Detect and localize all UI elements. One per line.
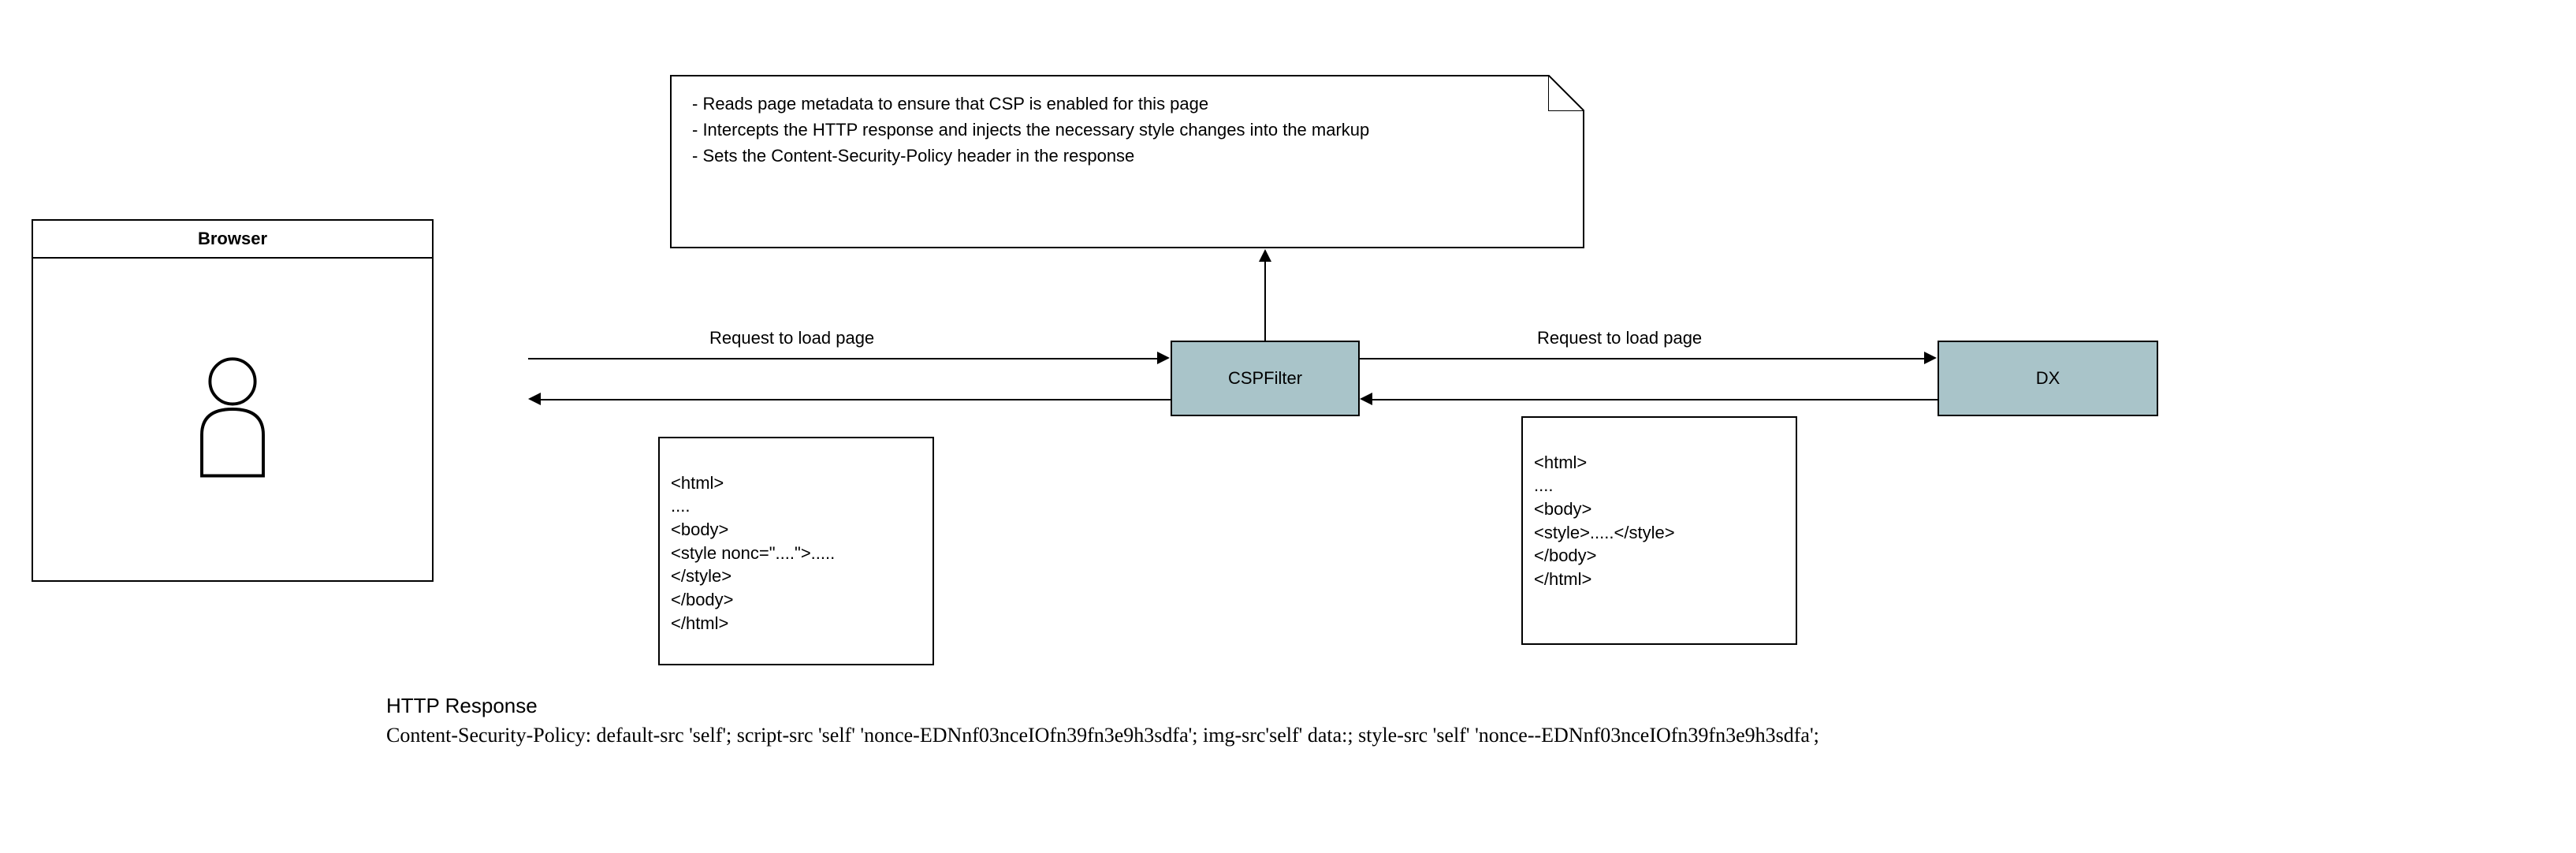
- note-fold-icon: [1548, 75, 1584, 111]
- code-line: <style nonc="....">.....: [671, 543, 835, 563]
- csp-header-value: Content-Security-Policy: default-src 'se…: [386, 724, 1819, 747]
- user-icon: [181, 352, 284, 486]
- arrow-head-icon: [1360, 393, 1372, 405]
- right-html-snippet: <html> .... <body> <style>.....</style> …: [1521, 416, 1797, 645]
- csp-filter-box: CSPFilter: [1171, 341, 1360, 416]
- arrow-filter-to-dx: [1360, 358, 1926, 359]
- browser-window: Browser: [32, 219, 434, 582]
- arrow-head-icon: [1259, 249, 1271, 262]
- code-line: </html>: [1534, 569, 1591, 589]
- arrow-head-icon: [1924, 352, 1937, 364]
- request-label-right: Request to load page: [1537, 328, 1702, 348]
- arrow-browser-to-filter: [528, 358, 1159, 359]
- dx-box: DX: [1938, 341, 2158, 416]
- note-line-2: - Intercepts the HTTP response and injec…: [692, 117, 1562, 143]
- arrow-filter-to-browser: [541, 399, 1171, 400]
- code-line: </html>: [671, 613, 728, 633]
- arrow-filter-to-note: [1264, 261, 1266, 341]
- arrow-head-icon: [1157, 352, 1170, 364]
- code-line: </body>: [1534, 546, 1597, 565]
- browser-title: Browser: [198, 229, 267, 249]
- csp-filter-label: CSPFilter: [1228, 368, 1302, 389]
- code-line: <html>: [1534, 453, 1587, 472]
- code-line: <body>: [671, 520, 728, 539]
- note-line-3: - Sets the Content-Security-Policy heade…: [692, 143, 1562, 169]
- arrow-head-icon: [528, 393, 541, 405]
- request-label-left: Request to load page: [709, 328, 874, 348]
- code-line: <body>: [1534, 499, 1591, 519]
- code-line: <html>: [671, 473, 724, 493]
- left-html-snippet: <html> .... <body> <style nonc="....">..…: [658, 437, 934, 665]
- code-line: <style>.....</style>: [1534, 523, 1675, 542]
- code-line: ....: [671, 496, 690, 516]
- code-line: </style>: [671, 566, 731, 586]
- note-line-1: - Reads page metadata to ensure that CSP…: [692, 91, 1562, 117]
- code-line: ....: [1534, 475, 1553, 495]
- dx-label: DX: [2036, 368, 2060, 389]
- http-response-label: HTTP Response: [386, 694, 538, 718]
- arrow-dx-to-filter: [1372, 399, 1938, 400]
- code-line: </body>: [671, 590, 734, 609]
- csp-filter-note: - Reads page metadata to ensure that CSP…: [670, 75, 1584, 248]
